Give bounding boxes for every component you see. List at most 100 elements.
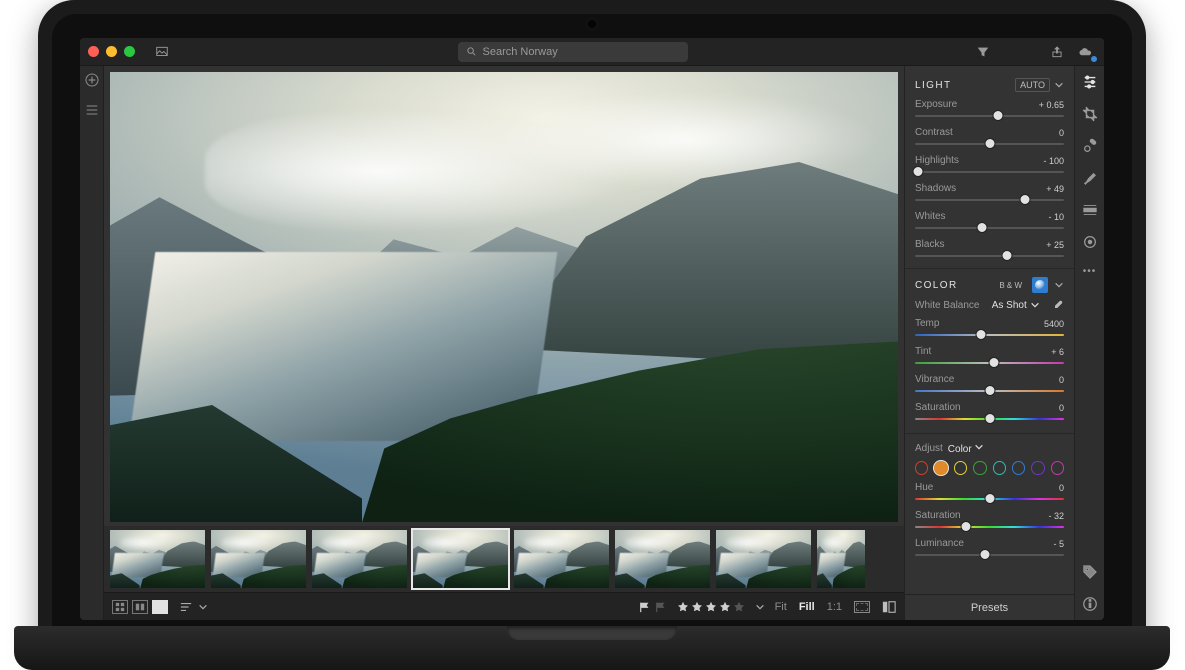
slider-label-shadows: Shadows: [915, 183, 956, 194]
swatch-2[interactable]: [954, 461, 967, 475]
slider-hue[interactable]: [915, 495, 1064, 503]
slider-temp[interactable]: [915, 331, 1064, 339]
brush-icon[interactable]: [1082, 170, 1098, 186]
eyedropper-icon[interactable]: [1052, 299, 1064, 311]
thumbnail-5[interactable]: [615, 530, 710, 588]
my-photos-icon[interactable]: [151, 43, 173, 61]
flag-reject-icon[interactable]: [655, 601, 667, 613]
crop-icon[interactable]: [1082, 106, 1098, 122]
photo-viewer[interactable]: [110, 72, 898, 522]
star-5[interactable]: [733, 601, 745, 613]
auto-button[interactable]: AUTO: [1015, 78, 1050, 92]
slider-blacks[interactable]: [915, 252, 1064, 260]
adjust-dropdown[interactable]: Color: [948, 442, 985, 455]
thumbnail-3[interactable]: [413, 530, 508, 588]
slider-saturation[interactable]: [915, 523, 1064, 531]
zoom-fit-button[interactable]: Fit: [775, 601, 787, 613]
sort-menu[interactable]: [178, 601, 208, 613]
rating-stars[interactable]: [677, 601, 745, 613]
slider-highlights[interactable]: [915, 168, 1064, 176]
star-2[interactable]: [691, 601, 703, 613]
slider-label-blacks: Blacks: [915, 239, 944, 250]
slider-saturation[interactable]: [915, 415, 1064, 423]
swatch-4[interactable]: [993, 461, 1006, 475]
swatch-5[interactable]: [1012, 461, 1025, 475]
keywords-tag-icon[interactable]: [1082, 564, 1098, 580]
color-panel-title: COLOR: [915, 280, 958, 291]
slider-value-highlights: - 100: [1043, 156, 1064, 166]
laptop-camera: [588, 20, 596, 28]
slider-whites[interactable]: [915, 224, 1064, 232]
titlebar: Search Norway: [80, 38, 1104, 66]
thumbnail-1[interactable]: [211, 530, 306, 588]
swatch-6[interactable]: [1031, 461, 1044, 475]
slider-value-blacks: + 25: [1046, 240, 1064, 250]
view-grid-button[interactable]: [112, 600, 128, 614]
slider-contrast[interactable]: [915, 140, 1064, 148]
star-3[interactable]: [705, 601, 717, 613]
chevron-down-icon: [1030, 300, 1040, 310]
filmstrip[interactable]: [104, 526, 904, 592]
swatch-3[interactable]: [973, 461, 986, 475]
zoom-1to1-button[interactable]: 1:1: [827, 601, 842, 613]
view-compare-button[interactable]: [132, 600, 148, 614]
slider-shadows[interactable]: [915, 196, 1064, 204]
radial-gradient-icon[interactable]: [1082, 234, 1098, 250]
slider-luminance[interactable]: [915, 551, 1064, 559]
presets-button[interactable]: Presets: [905, 594, 1074, 620]
cloud-sync-icon[interactable]: [1074, 43, 1096, 61]
window-minimize-button[interactable]: [106, 46, 117, 57]
view-detail-button[interactable]: [152, 600, 168, 614]
slider-exposure[interactable]: [915, 112, 1064, 120]
white-balance-label: White Balance: [915, 300, 979, 311]
slider-label-vibrance: Vibrance: [915, 374, 954, 385]
slider-label-highlights: Highlights: [915, 155, 959, 166]
slider-vibrance[interactable]: [915, 387, 1064, 395]
color-collapse-chevron-icon[interactable]: [1054, 280, 1064, 290]
star-4[interactable]: [719, 601, 731, 613]
slider-label-exposure: Exposure: [915, 99, 957, 110]
slider-value-saturation: - 32: [1048, 511, 1064, 521]
profile-color-chip[interactable]: [1032, 277, 1048, 293]
slider-value-shadows: + 49: [1046, 184, 1064, 194]
white-balance-dropdown[interactable]: As Shot: [992, 300, 1040, 311]
slider-value-whites: - 10: [1048, 212, 1064, 222]
thumbnail-6[interactable]: [716, 530, 811, 588]
window-zoom-button[interactable]: [124, 46, 135, 57]
overlay-toggle-icon[interactable]: [854, 601, 870, 613]
share-icon[interactable]: [1046, 43, 1068, 61]
edit-sliders-icon[interactable]: [1082, 74, 1098, 90]
chevron-down-icon: [974, 442, 984, 452]
star-1[interactable]: [677, 601, 689, 613]
search-placeholder: Search Norway: [483, 46, 558, 58]
healing-brush-icon[interactable]: [1082, 138, 1098, 154]
thumbnail-7[interactable]: [817, 530, 865, 588]
light-panel-title: LIGHT: [915, 80, 951, 91]
more-tools-icon[interactable]: •••: [1083, 266, 1097, 277]
show-original-icon[interactable]: [882, 600, 896, 614]
window-close-button[interactable]: [88, 46, 99, 57]
linear-gradient-icon[interactable]: [1082, 202, 1098, 218]
slider-tint[interactable]: [915, 359, 1064, 367]
thumbnail-2[interactable]: [312, 530, 407, 588]
thumbnail-4[interactable]: [514, 530, 609, 588]
info-icon[interactable]: [1082, 596, 1098, 612]
flag-pick-icon[interactable]: [639, 601, 651, 613]
slider-value-saturation: 0: [1059, 403, 1064, 413]
rating-chevron-icon[interactable]: [755, 602, 765, 612]
zoom-fill-button[interactable]: Fill: [799, 601, 815, 613]
add-photos-icon[interactable]: [84, 72, 100, 88]
search-field[interactable]: Search Norway: [458, 42, 688, 62]
main-photo: [110, 72, 898, 522]
light-collapse-chevron-icon[interactable]: [1054, 80, 1064, 90]
bw-toggle[interactable]: B & W: [995, 279, 1026, 292]
thumbnail-0[interactable]: [110, 530, 205, 588]
swatch-1[interactable]: [934, 461, 947, 475]
grid-lines-icon[interactable]: [84, 102, 100, 118]
adjust-label: Adjust: [915, 443, 943, 454]
slider-value-temp: 5400: [1044, 319, 1064, 329]
swatch-7[interactable]: [1051, 461, 1064, 475]
swatch-0[interactable]: [915, 461, 928, 475]
slider-label-saturation: Saturation: [915, 510, 961, 521]
filter-icon[interactable]: [972, 43, 994, 61]
